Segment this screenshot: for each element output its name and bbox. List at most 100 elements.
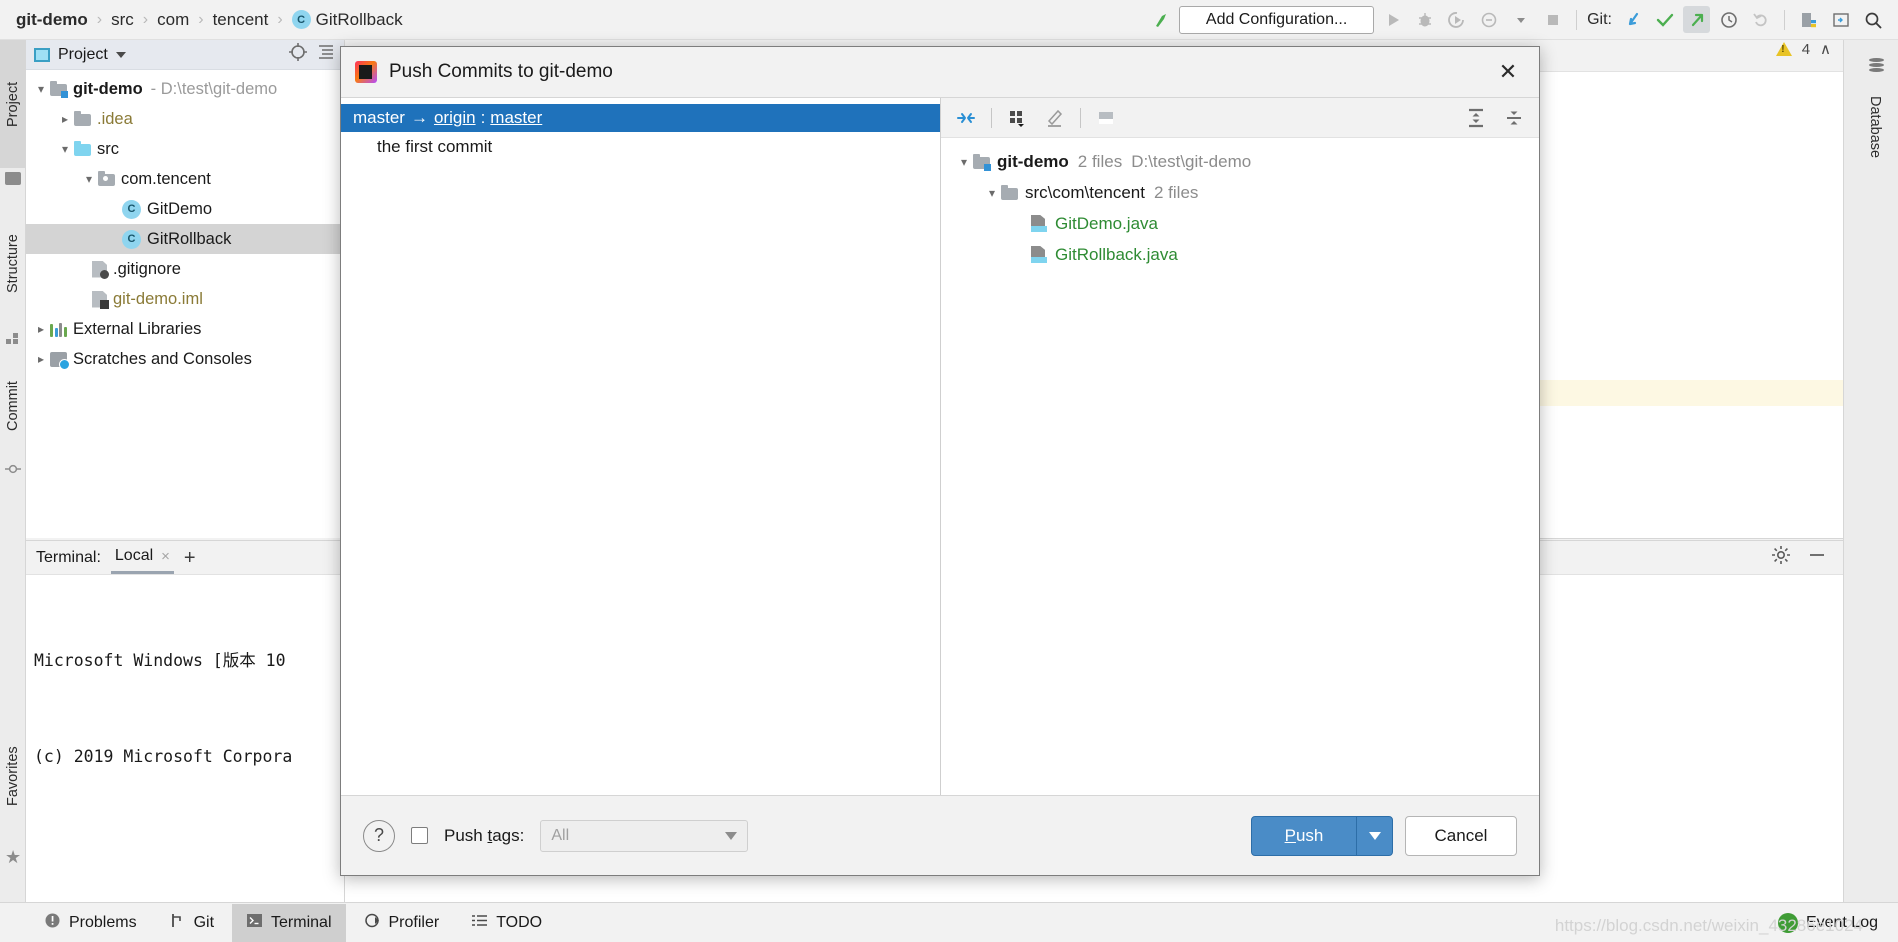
- file-tree-row-gitrollback-java[interactable]: GitRollback.java: [941, 239, 1539, 270]
- tree-row-gitrollback[interactable]: C GitRollback: [26, 224, 344, 254]
- push-tags-checkbox[interactable]: [411, 827, 428, 844]
- tree-row-idea[interactable]: ▸ .idea: [26, 104, 344, 134]
- show-diff-icon[interactable]: [953, 105, 979, 131]
- status-bar-item-terminal[interactable]: Terminal: [232, 903, 346, 942]
- push-remote[interactable]: origin: [434, 108, 476, 128]
- terminal-output[interactable]: Microsoft Windows [版本 10 (c) 2019 Micros…: [26, 575, 344, 942]
- new-terminal-icon[interactable]: +: [184, 548, 196, 568]
- terminal-tab-label: Local: [114, 547, 154, 564]
- class-icon: C: [291, 10, 311, 29]
- collapse-all-icon[interactable]: [1501, 105, 1527, 131]
- git-rollback-icon[interactable]: [1747, 6, 1774, 33]
- build-icon[interactable]: [1147, 6, 1174, 33]
- breadcrumb-item-git-demo[interactable]: git-demo: [12, 10, 92, 30]
- cancel-button[interactable]: Cancel: [1405, 815, 1517, 856]
- prev-problem-icon[interactable]: ∧: [1820, 40, 1831, 58]
- run-icon[interactable]: [1379, 6, 1406, 33]
- status-bar-item-git[interactable]: Git: [155, 904, 228, 942]
- close-icon[interactable]: ×: [161, 548, 170, 565]
- push-target-row[interactable]: master → origin : master: [341, 104, 940, 132]
- breadcrumb-item-com[interactable]: com: [153, 10, 193, 30]
- sidebar-item-commit[interactable]: Commit: [0, 354, 26, 458]
- project-panel-title: Project: [58, 45, 108, 63]
- tree-row-gitdemo[interactable]: C GitDemo: [26, 194, 344, 224]
- push-source-branch: master: [353, 108, 405, 127]
- chevron-down-icon[interactable]: [115, 51, 126, 58]
- changed-files-toolbar: [941, 98, 1539, 138]
- expand-all-icon[interactable]: [1463, 105, 1489, 131]
- chevron-down-icon[interactable]: ▾: [56, 143, 74, 155]
- chevron-down-icon[interactable]: ▾: [32, 83, 50, 95]
- push-target-branch[interactable]: master: [490, 108, 542, 128]
- git-update-icon[interactable]: [1619, 6, 1646, 33]
- file-count: 2 files: [1077, 151, 1123, 171]
- tree-row-git-demo[interactable]: ▾ git-demo - D:\test\git-demo: [26, 74, 344, 104]
- project-tree: ▾ git-demo - D:\test\git-demo ▸ .idea ▾ …: [26, 70, 344, 374]
- java-file-icon: [1031, 246, 1048, 263]
- terminal-label: Terminal:: [36, 548, 101, 566]
- sidebar-item-favorites[interactable]: Favorites: [0, 716, 26, 836]
- file-tree-row-git-demo[interactable]: ▾ git-demo 2 files D:\test\git-demo: [941, 146, 1539, 177]
- stop-icon[interactable]: [1539, 6, 1566, 33]
- chevron-right-icon[interactable]: ▸: [56, 113, 74, 125]
- gear-icon[interactable]: [1771, 545, 1791, 570]
- sidebar-item-project[interactable]: Project: [0, 40, 26, 168]
- status-bar-item-label: TODO: [496, 913, 543, 931]
- sidebar-item-database[interactable]: Database: [1862, 90, 1888, 164]
- push-tags-label-pre: Push: [444, 825, 488, 845]
- project-tool-window: Project ▾ git-demo - D:\test\git-demo ▸ …: [26, 40, 345, 538]
- push-tags-select[interactable]: All: [540, 819, 749, 852]
- commit-row[interactable]: the first commit: [341, 132, 940, 162]
- status-bar-item-problems[interactable]: Problems: [30, 904, 151, 942]
- file-tree-row-src-com-tencent[interactable]: ▾ src\com\tencent 2 files: [941, 177, 1539, 208]
- dialog-title: Push Commits to git-demo: [389, 61, 613, 82]
- preview-icon[interactable]: [1093, 105, 1119, 131]
- tree-row-git-demo-iml[interactable]: git-demo.iml: [26, 284, 344, 314]
- tree-row-gitignore[interactable]: .gitignore: [26, 254, 344, 284]
- tree-row-external-libraries[interactable]: ▸ External Libraries: [26, 314, 344, 344]
- tree-label: .idea: [97, 109, 133, 128]
- profile-icon[interactable]: [1475, 6, 1502, 33]
- status-bar-item-todo[interactable]: TODO: [457, 904, 556, 942]
- debug-icon[interactable]: [1411, 6, 1438, 33]
- status-bar-item-profiler[interactable]: Profiler: [350, 904, 454, 942]
- new-ui-icon[interactable]: [1827, 6, 1854, 33]
- git-commit-icon[interactable]: [1651, 6, 1678, 33]
- close-icon[interactable]: ✕: [1491, 55, 1525, 89]
- help-button[interactable]: ?: [363, 819, 395, 852]
- group-by-icon[interactable]: [1004, 105, 1030, 131]
- sidebar-item-structure[interactable]: Structure: [0, 200, 26, 328]
- hide-icon[interactable]: [1807, 545, 1827, 570]
- tree-row-scratches[interactable]: ▸ Scratches and Consoles: [26, 344, 344, 374]
- add-configuration-button[interactable]: Add Configuration...: [1179, 5, 1375, 34]
- run-with-coverage-icon[interactable]: [1443, 6, 1470, 33]
- push-button[interactable]: Push: [1251, 815, 1393, 856]
- tree-row-src[interactable]: ▾ src: [26, 134, 344, 164]
- push-button-dropdown[interactable]: [1356, 816, 1392, 855]
- chevron-down-icon[interactable]: ▾: [80, 173, 98, 185]
- file-tree-row-gitdemo-java[interactable]: GitDemo.java: [941, 208, 1539, 239]
- breadcrumb-item-src[interactable]: src: [107, 10, 138, 30]
- chevron-right-icon[interactable]: ▸: [32, 323, 50, 335]
- terminal-tab-local[interactable]: Local ×: [110, 542, 174, 574]
- breadcrumb-item-gitrollback[interactable]: C GitRollback: [288, 10, 407, 30]
- project-structure-icon[interactable]: [1795, 6, 1822, 33]
- tree-row-com-tencent[interactable]: ▾ com.tencent: [26, 164, 344, 194]
- event-log-button[interactable]: Event Log: [1806, 914, 1878, 932]
- toolbar-divider: [991, 107, 992, 128]
- chevron-right-icon[interactable]: ▸: [32, 353, 50, 365]
- collapse-all-icon[interactable]: [316, 42, 336, 67]
- breadcrumb-item-tencent[interactable]: tencent: [209, 10, 273, 30]
- chevron-down-icon[interactable]: ▾: [983, 187, 1001, 199]
- target-icon[interactable]: [288, 42, 308, 67]
- breadcrumb-separator-icon: ›: [198, 10, 204, 28]
- git-push-icon[interactable]: [1683, 6, 1710, 33]
- inspection-widget[interactable]: 4 ∧ ∨: [1775, 40, 1852, 58]
- chevron-down-icon[interactable]: [1507, 6, 1534, 33]
- search-everywhere-icon[interactable]: [1859, 6, 1886, 33]
- git-history-icon[interactable]: [1715, 6, 1742, 33]
- module-folder-icon: [50, 81, 68, 98]
- chevron-down-icon[interactable]: ▾: [955, 156, 973, 168]
- event-log-icon: [1777, 912, 1798, 933]
- edit-icon[interactable]: [1042, 105, 1068, 131]
